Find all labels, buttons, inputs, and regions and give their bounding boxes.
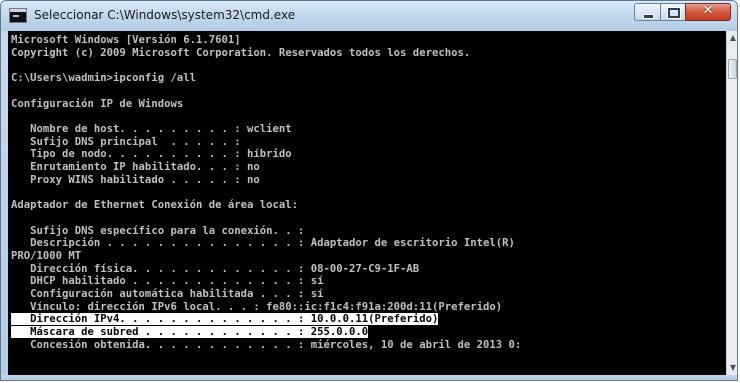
console-line: Copyright (c) 2009 Microsoft Corporation… xyxy=(11,46,471,59)
console-line-selected: Dirección IPv4. . . . . . . . . . . . . … xyxy=(11,313,439,326)
console-line: PRO/1000 MT xyxy=(11,249,82,262)
console-line: Dirección física. . . . . . . . . . . . … xyxy=(11,262,420,275)
console-line: Adaptador de Ethernet Conexión de área l… xyxy=(11,199,299,212)
console-line: Descripción . . . . . . . . . . . . . . … xyxy=(11,237,515,250)
minimize-button[interactable] xyxy=(634,3,661,21)
cmd-window: Seleccionar C:\Windows\system32\cmd.exe … xyxy=(0,0,738,381)
console-line: Sufijo DNS principal . . . . . : xyxy=(11,135,241,148)
console-line: Proxy WINS habilitado . . . . . : no xyxy=(11,173,260,186)
console-line-selected: Máscara de subred . . . . . . . . . . . … xyxy=(11,326,369,339)
window-frame-bottom xyxy=(1,375,737,380)
console-line: Microsoft Windows [Versión 6.1.7601] xyxy=(11,34,241,46)
console-output[interactable]: Microsoft Windows [Versión 6.1.7601] Copy… xyxy=(8,31,726,375)
close-button[interactable]: ✕ xyxy=(685,3,731,21)
console-line: Configuración IP de Windows xyxy=(11,97,184,110)
close-icon: ✕ xyxy=(702,3,714,18)
console-line: Nombre de host. . . . . . . . . : wclien… xyxy=(11,122,292,135)
title-bar[interactable]: Seleccionar C:\Windows\system32\cmd.exe … xyxy=(1,1,737,31)
maximize-icon xyxy=(668,8,680,18)
vertical-scrollbar[interactable]: ▲ ▼ xyxy=(726,31,737,375)
scroll-down-icon[interactable]: ▼ xyxy=(728,362,737,374)
console-line: Tipo de nodo. . . . . . . . . . : híbrid… xyxy=(11,148,292,161)
minimize-icon xyxy=(643,14,654,19)
console-line: Configuración automática habilitada . . … xyxy=(11,288,324,300)
console-line: Vínculo: dirección IPv6 local. . . : fe8… xyxy=(11,300,503,313)
cmd-icon[interactable] xyxy=(9,8,27,23)
scroll-up-icon[interactable]: ▲ xyxy=(728,32,737,44)
scrollbar-thumb[interactable] xyxy=(728,59,737,79)
window-title: Seleccionar C:\Windows\system32\cmd.exe xyxy=(34,8,296,22)
console-line: DHCP habilitado . . . . . . . . . . . . … xyxy=(11,275,324,288)
console-line: Sufijo DNS específico para la conexión. … xyxy=(11,224,305,237)
console-line: Concesión obtenida. . . . . . . . . . . … xyxy=(11,338,522,351)
maximize-button[interactable] xyxy=(660,3,686,21)
console-line: Enrutamiento IP habilitado. . . : no xyxy=(11,161,260,173)
console-line: C:\Users\wadmin>ipconfig /all xyxy=(11,72,196,85)
